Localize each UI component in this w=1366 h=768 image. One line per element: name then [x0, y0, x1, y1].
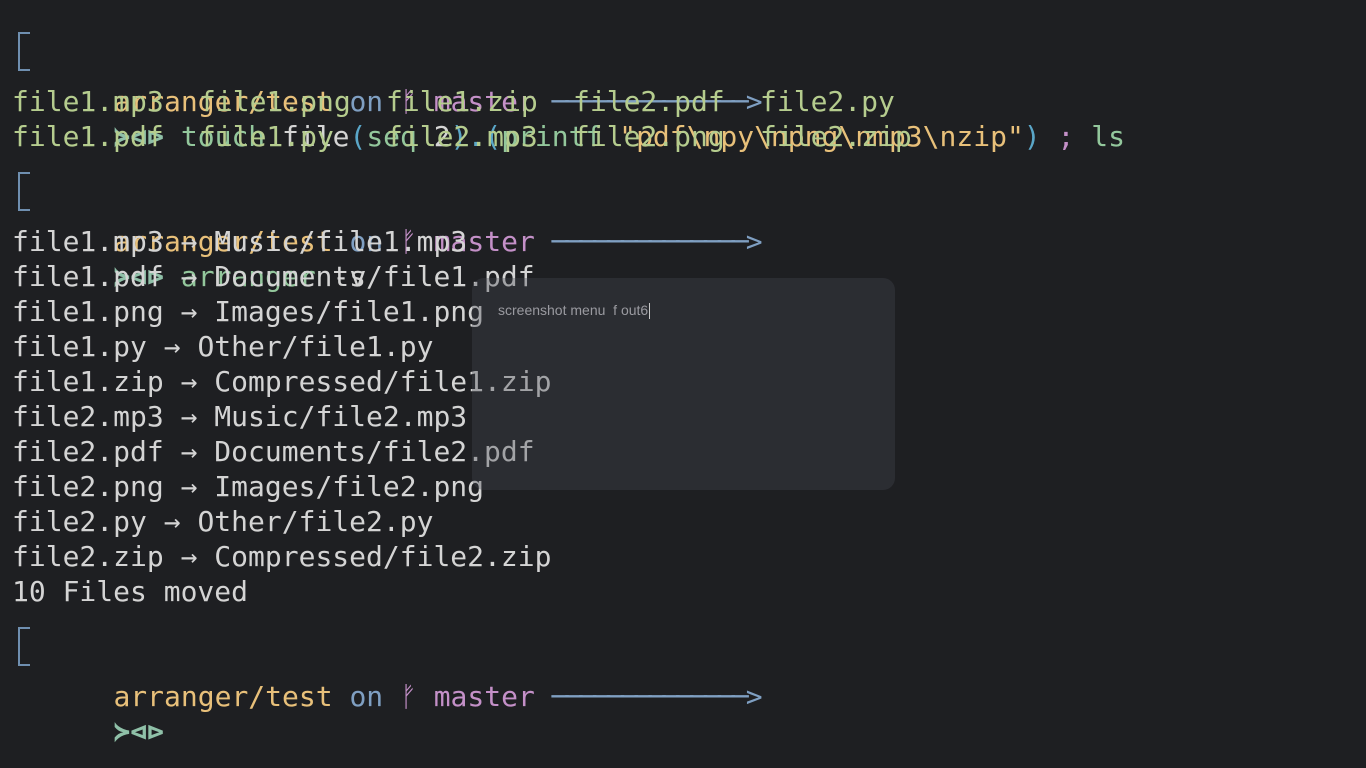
move-src: file1.zip: [12, 365, 164, 398]
ls-output-row: file1.mp3 file1.png file1.zip file2.pdf file…: [12, 84, 1352, 119]
right-arrow-icon: →: [180, 225, 198, 258]
move-src: file2.mp3: [12, 400, 164, 433]
ls-file: file2.py: [760, 85, 895, 118]
prompt-line: arranger/test on ᚠ master ──────────────…: [12, 609, 1352, 713]
move-dst: Music/file2.mp3: [214, 400, 468, 433]
move-line: file2.py → Other/file2.py: [12, 504, 1352, 539]
move-dst: Images/file2.png: [214, 470, 485, 503]
right-arrow-icon: →: [180, 435, 198, 468]
ls-file: file1.mp3: [12, 85, 164, 118]
ls-file: file2.zip: [760, 120, 912, 153]
launcher-input-text: screenshot menu f out6: [498, 302, 649, 318]
text-caret: [649, 303, 651, 320]
move-src: file1.mp3: [12, 225, 164, 258]
ls-output-row: file1.pdf file1.py file2.mp3 file2.png file2…: [12, 119, 1352, 154]
prompt-path: arranger/test: [113, 680, 333, 713]
ls-file: file2.png: [573, 120, 725, 153]
move-dst: Other/file2.py: [197, 505, 434, 538]
right-arrow-icon: →: [163, 330, 181, 363]
prompt-on: on: [349, 680, 384, 713]
right-arrow-icon: →: [180, 470, 198, 503]
right-arrow-icon: →: [180, 260, 198, 293]
prompt-bracket-bottom: [18, 644, 30, 666]
git-branch-icon: ᚠ: [400, 680, 417, 713]
right-arrow-icon: →: [180, 295, 198, 328]
move-src: file1.pdf: [12, 260, 164, 293]
prompt-bracket-bottom: [18, 189, 30, 211]
right-arrow-icon: →: [163, 505, 181, 538]
prompt-symbol: ≻⊲⊳: [113, 715, 165, 748]
ls-file: file1.png: [199, 85, 351, 118]
launcher-input[interactable]: screenshot menu f out6: [498, 302, 651, 320]
move-src: file1.py: [12, 330, 147, 363]
command-line[interactable]: ≻⊲⊳: [12, 644, 1352, 748]
move-dst: Images/file1.png: [214, 295, 485, 328]
launcher-overlay[interactable]: screenshot menu f out6: [472, 278, 895, 490]
right-arrow-icon: →: [180, 365, 198, 398]
ls-file: file2.mp3: [386, 120, 538, 153]
ls-file: file1.py: [199, 120, 334, 153]
prompt-branch: master: [433, 680, 535, 713]
move-dst: Music/file1.mp3: [214, 225, 468, 258]
summary-line: 10 Files moved: [12, 575, 249, 608]
prompt-arrow-line: ──────────────: [551, 680, 749, 713]
ls-file: file2.pdf: [573, 85, 725, 118]
prompt-line: arranger/test on ᚠ master ──────────────…: [12, 154, 1352, 258]
move-line: file2.zip → Compressed/file2.zip: [12, 539, 1352, 574]
command-line[interactable]: ≻⊲⊳ arranger -v: [12, 189, 1352, 293]
prompt-bracket-bottom: [18, 49, 30, 71]
prompt-arrow-head: >: [745, 680, 763, 713]
ls-file: file1.zip: [386, 85, 538, 118]
move-dst: Other/file1.py: [197, 330, 434, 363]
move-src: file2.py: [12, 505, 147, 538]
prompt-line: arranger/test on ᚠ master ──────────────…: [12, 14, 1352, 118]
right-arrow-icon: →: [180, 540, 198, 573]
move-src: file2.png: [12, 470, 164, 503]
command-line[interactable]: ≻⊲⊳ touch file(seq 2).(printf "pdf\npy\n…: [12, 49, 1352, 153]
move-dst: Compressed/file2.zip: [214, 540, 552, 573]
ls-file: file1.pdf: [12, 120, 164, 153]
move-line: file1.mp3 → Music/file1.mp3: [12, 224, 1352, 259]
move-src: file2.zip: [12, 540, 164, 573]
move-src: file2.pdf: [12, 435, 164, 468]
right-arrow-icon: →: [180, 400, 198, 433]
move-src: file1.png: [12, 295, 164, 328]
